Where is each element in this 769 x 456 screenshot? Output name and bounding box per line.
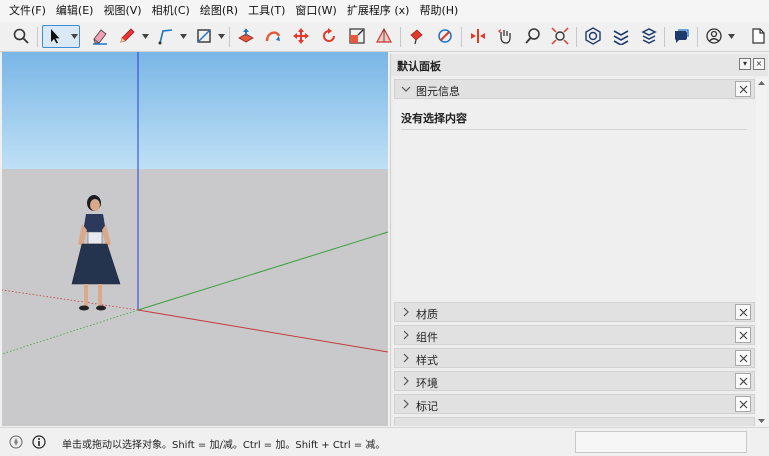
rotate-icon[interactable] (318, 25, 340, 47)
menu-window[interactable]: 窗口(W) (290, 1, 341, 21)
menu-bar: 文件(F) 编辑(E) 视图(V) 相机(C) 绘图(R) 工具(T) 窗口(W… (0, 0, 769, 22)
panel-title-bar: 默认面板 ▾ × (391, 54, 768, 76)
close-icon[interactable] (735, 373, 751, 389)
push-pull-icon[interactable] (235, 25, 257, 47)
toolbar-separator (697, 27, 698, 47)
close-icon[interactable]: × (753, 58, 765, 70)
tray-label: 图元信息 (416, 85, 460, 98)
select-arrow-icon[interactable] (44, 25, 66, 47)
menu-tools[interactable]: 工具(T) (243, 1, 290, 21)
tray-environment-header[interactable]: 环境 (394, 371, 755, 391)
chat-icon[interactable] (670, 25, 692, 47)
tray-label: 组件 (416, 331, 438, 344)
tray-label: 材质 (416, 308, 438, 321)
divider (401, 129, 747, 130)
close-icon[interactable] (735, 81, 751, 97)
close-icon[interactable] (735, 304, 751, 320)
geo-location-icon[interactable] (9, 435, 23, 449)
tray-entity-info-header[interactable]: 图元信息 (394, 79, 755, 99)
tray-styles-header[interactable]: 样式 (394, 348, 755, 368)
line-tool-icon[interactable] (155, 25, 177, 47)
chevron-down-icon[interactable] (142, 31, 149, 41)
search-icon[interactable] (10, 25, 32, 47)
menu-file[interactable]: 文件(F) (4, 1, 51, 21)
menu-view[interactable]: 视图(V) (98, 1, 146, 21)
chevron-down-icon (400, 83, 412, 95)
main-toolbar (0, 22, 769, 52)
tray-components-header[interactable]: 组件 (394, 325, 755, 345)
account-icon[interactable] (703, 25, 725, 47)
panel-title: 默认面板 (397, 60, 441, 73)
status-bar: 单击或拖动以选择对象。Shift = 加/减。Ctrl = 加。Shift + … (0, 427, 769, 456)
toolbar-separator (461, 27, 462, 47)
toolbar-separator (576, 27, 577, 47)
selection-status: 没有选择内容 (401, 112, 467, 125)
toolbar-separator (664, 27, 665, 47)
close-icon[interactable] (735, 396, 751, 412)
tray-tags-header[interactable]: 标记 (394, 394, 755, 414)
close-icon[interactable] (735, 327, 751, 343)
chevron-right-icon (400, 398, 412, 410)
menu-extensions[interactable]: 扩展程序 (x) (342, 1, 415, 21)
pin-icon[interactable]: ▾ (739, 58, 751, 70)
chevron-right-icon (400, 329, 412, 341)
entity-info-body: 没有选择内容 (394, 101, 755, 300)
measurements-input[interactable] (575, 431, 747, 453)
chevron-right-icon (400, 306, 412, 318)
paint-bucket-icon[interactable] (406, 25, 428, 47)
info-icon[interactable] (32, 435, 46, 449)
menu-draw[interactable]: 绘图(R) (195, 1, 243, 21)
pan-icon[interactable] (494, 25, 516, 47)
scroll-down-icon[interactable] (757, 416, 766, 425)
eraser-icon[interactable] (89, 25, 111, 47)
extension-icon[interactable] (610, 25, 632, 47)
section-plane-icon[interactable] (467, 25, 489, 47)
scroll-up-icon[interactable] (757, 79, 766, 88)
tray-label: 环境 (416, 377, 438, 390)
chevron-right-icon (400, 375, 412, 387)
panel-scrollbar[interactable] (756, 78, 767, 426)
sky (2, 52, 388, 169)
chevron-down-icon[interactable] (180, 31, 187, 41)
tape-measure-icon[interactable] (373, 25, 395, 47)
toolbar-separator (37, 27, 38, 47)
close-icon[interactable] (735, 350, 751, 366)
chevron-down-icon[interactable] (218, 31, 225, 41)
status-hint: 单击或拖动以选择对象。Shift = 加/减。Ctrl = 加。Shift + … (62, 440, 386, 451)
toolbar-separator (229, 27, 230, 47)
drawing-viewport[interactable] (2, 52, 388, 426)
tray-label: 标记 (416, 400, 438, 413)
tray-materials-header[interactable]: 材质 (394, 302, 755, 322)
orbit-icon[interactable] (434, 25, 456, 47)
menu-help[interactable]: 帮助(H) (414, 1, 463, 21)
chevron-right-icon (400, 352, 412, 364)
warehouse-icon[interactable] (582, 25, 604, 47)
new-file-icon[interactable] (747, 25, 769, 47)
default-tray-panel: 默认面板 ▾ × 图元信息 没有选择内容 材质 组件 样式 环境 标记 (390, 54, 768, 426)
chevron-down-icon[interactable] (728, 31, 735, 41)
tray-label: 样式 (416, 354, 438, 367)
zoom-extents-icon[interactable] (549, 25, 571, 47)
toolbar-separator (400, 27, 401, 47)
ground (2, 169, 388, 426)
move-icon[interactable] (290, 25, 312, 47)
pencil-icon[interactable] (116, 25, 138, 47)
tray-partial-header[interactable] (394, 417, 755, 426)
follow-me-icon[interactable] (262, 25, 284, 47)
rectangle-tool-icon[interactable] (193, 25, 215, 47)
zoom-icon[interactable] (522, 25, 544, 47)
menu-edit[interactable]: 编辑(E) (51, 1, 99, 21)
scale-icon[interactable] (346, 25, 368, 47)
menu-camera[interactable]: 相机(C) (147, 1, 195, 21)
chevron-down-icon[interactable] (71, 31, 78, 41)
layers-icon[interactable] (638, 25, 660, 47)
